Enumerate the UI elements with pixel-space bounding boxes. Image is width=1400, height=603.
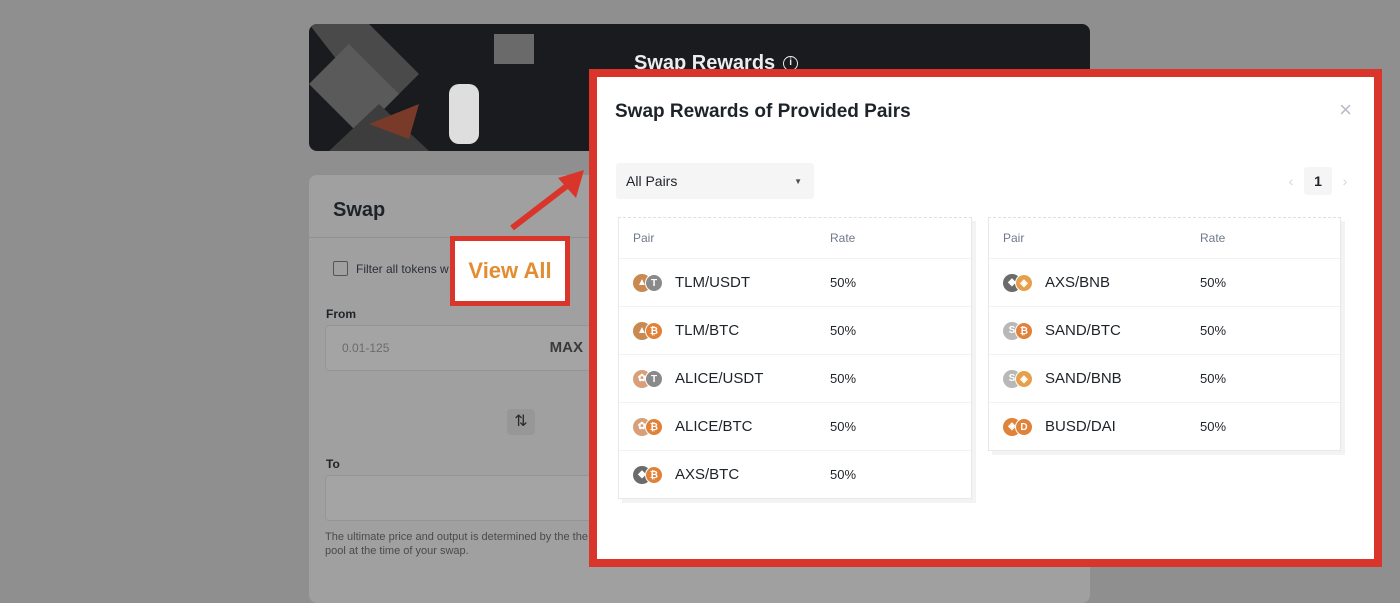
table-header: Pair Rate: [989, 218, 1340, 258]
table-row: S ◈ SAND/BNB 50%: [989, 354, 1340, 402]
table-row: ◆ ◈ AXS/BNB 50%: [989, 258, 1340, 306]
axs-btc-token-icon: ◆ ₿: [633, 465, 665, 485]
pair-name: TLM/USDT: [675, 274, 750, 291]
max-button[interactable]: MAX: [550, 339, 583, 356]
price-note: The ultimate price and output is determi…: [325, 531, 588, 557]
view-all-link[interactable]: View All: [450, 236, 570, 306]
pair-name: AXS/BNB: [1045, 274, 1111, 291]
filter-row[interactable]: Filter all tokens w: [333, 261, 449, 276]
table-row: ◆ ₿ AXS/BTC 50%: [619, 450, 971, 498]
table-header: Pair Rate: [619, 218, 971, 258]
pairs-table-right: Pair Rate ◆ ◈ AXS/BNB 50% S ₿ SAND/BTC 50% S…: [988, 217, 1341, 451]
swap-vertical-icon[interactable]: ⇅: [507, 409, 535, 435]
alice-usdt-token-icon: ✿ T: [633, 369, 665, 389]
pair-rate: 50%: [1200, 323, 1227, 338]
prev-page-icon[interactable]: ‹: [1284, 173, 1298, 189]
pair-rate: 50%: [830, 371, 857, 386]
pairs-table-left: Pair Rate ▲ T TLM/USDT 50% ▲ ₿ TLM/BTC 50% ✿…: [618, 217, 972, 499]
busd-dai-token-icon: ◈ D: [1003, 417, 1035, 437]
alice-btc-token-icon: ✿ ₿: [633, 417, 665, 437]
rate-column-header: Rate: [1200, 231, 1226, 245]
from-amount-input[interactable]: 0.01-125 MAX: [325, 325, 600, 371]
caret-down-icon: ▼: [794, 177, 802, 186]
table-row: S ₿ SAND/BTC 50%: [989, 306, 1340, 354]
pagination: ‹ 1 ›: [1284, 167, 1352, 195]
filter-checkbox[interactable]: [333, 261, 348, 276]
to-amount-input[interactable]: [325, 475, 600, 521]
sand-btc-token-icon: S ₿: [1003, 321, 1035, 341]
pair-name: ALICE/BTC: [675, 418, 753, 435]
pair-rate: 50%: [830, 419, 857, 434]
pair-rate: 50%: [830, 275, 857, 290]
pair-column-header: Pair: [1003, 231, 1025, 245]
close-icon[interactable]: ×: [1339, 97, 1352, 123]
pair-name: TLM/BTC: [675, 322, 740, 339]
sand-bnb-token-icon: S ◈: [1003, 369, 1035, 389]
table-row: ▲ ₿ TLM/BTC 50%: [619, 306, 971, 354]
page-1-button[interactable]: 1: [1304, 167, 1332, 195]
modal-title: Swap Rewards of Provided Pairs: [615, 101, 911, 122]
pair-rate: 50%: [1200, 275, 1227, 290]
pair-name: SAND/BNB: [1045, 370, 1122, 387]
pair-column-header: Pair: [633, 231, 655, 245]
pair-name: SAND/BTC: [1045, 322, 1121, 339]
table-row: ◈ D BUSD/DAI 50%: [989, 402, 1340, 450]
axs-bnb-token-icon: ◆ ◈: [1003, 273, 1035, 293]
to-label: To: [326, 457, 340, 471]
pair-name: BUSD/DAI: [1045, 418, 1116, 435]
banner-artwork: [309, 24, 534, 151]
table-row: ▲ T TLM/USDT 50%: [619, 258, 971, 306]
tlm-btc-token-icon: ▲ ₿: [633, 321, 665, 341]
pair-rate: 50%: [1200, 371, 1227, 386]
swap-rewards-modal: Swap Rewards of Provided Pairs × All Pai…: [589, 69, 1382, 567]
red-arrow-icon: [510, 170, 584, 231]
table-row: ✿ ₿ ALICE/BTC 50%: [619, 402, 971, 450]
pair-name: AXS/BTC: [675, 466, 740, 483]
pair-name: ALICE/USDT: [675, 370, 764, 387]
from-placeholder: 0.01-125: [342, 341, 390, 355]
rate-column-header: Rate: [830, 231, 856, 245]
pair-rate: 50%: [1200, 419, 1227, 434]
table-row: ✿ T ALICE/USDT 50%: [619, 354, 971, 402]
tlm-usdt-token-icon: ▲ T: [633, 273, 665, 293]
pair-rate: 50%: [830, 323, 857, 338]
pair-rate: 50%: [830, 467, 857, 482]
from-label: From: [326, 307, 356, 321]
filter-label: Filter all tokens w: [356, 261, 449, 276]
swap-title: Swap: [333, 199, 386, 221]
pairs-filter-value: All Pairs: [626, 173, 678, 189]
pairs-filter-select[interactable]: All Pairs ▼: [616, 163, 814, 199]
next-page-icon[interactable]: ›: [1338, 173, 1352, 189]
